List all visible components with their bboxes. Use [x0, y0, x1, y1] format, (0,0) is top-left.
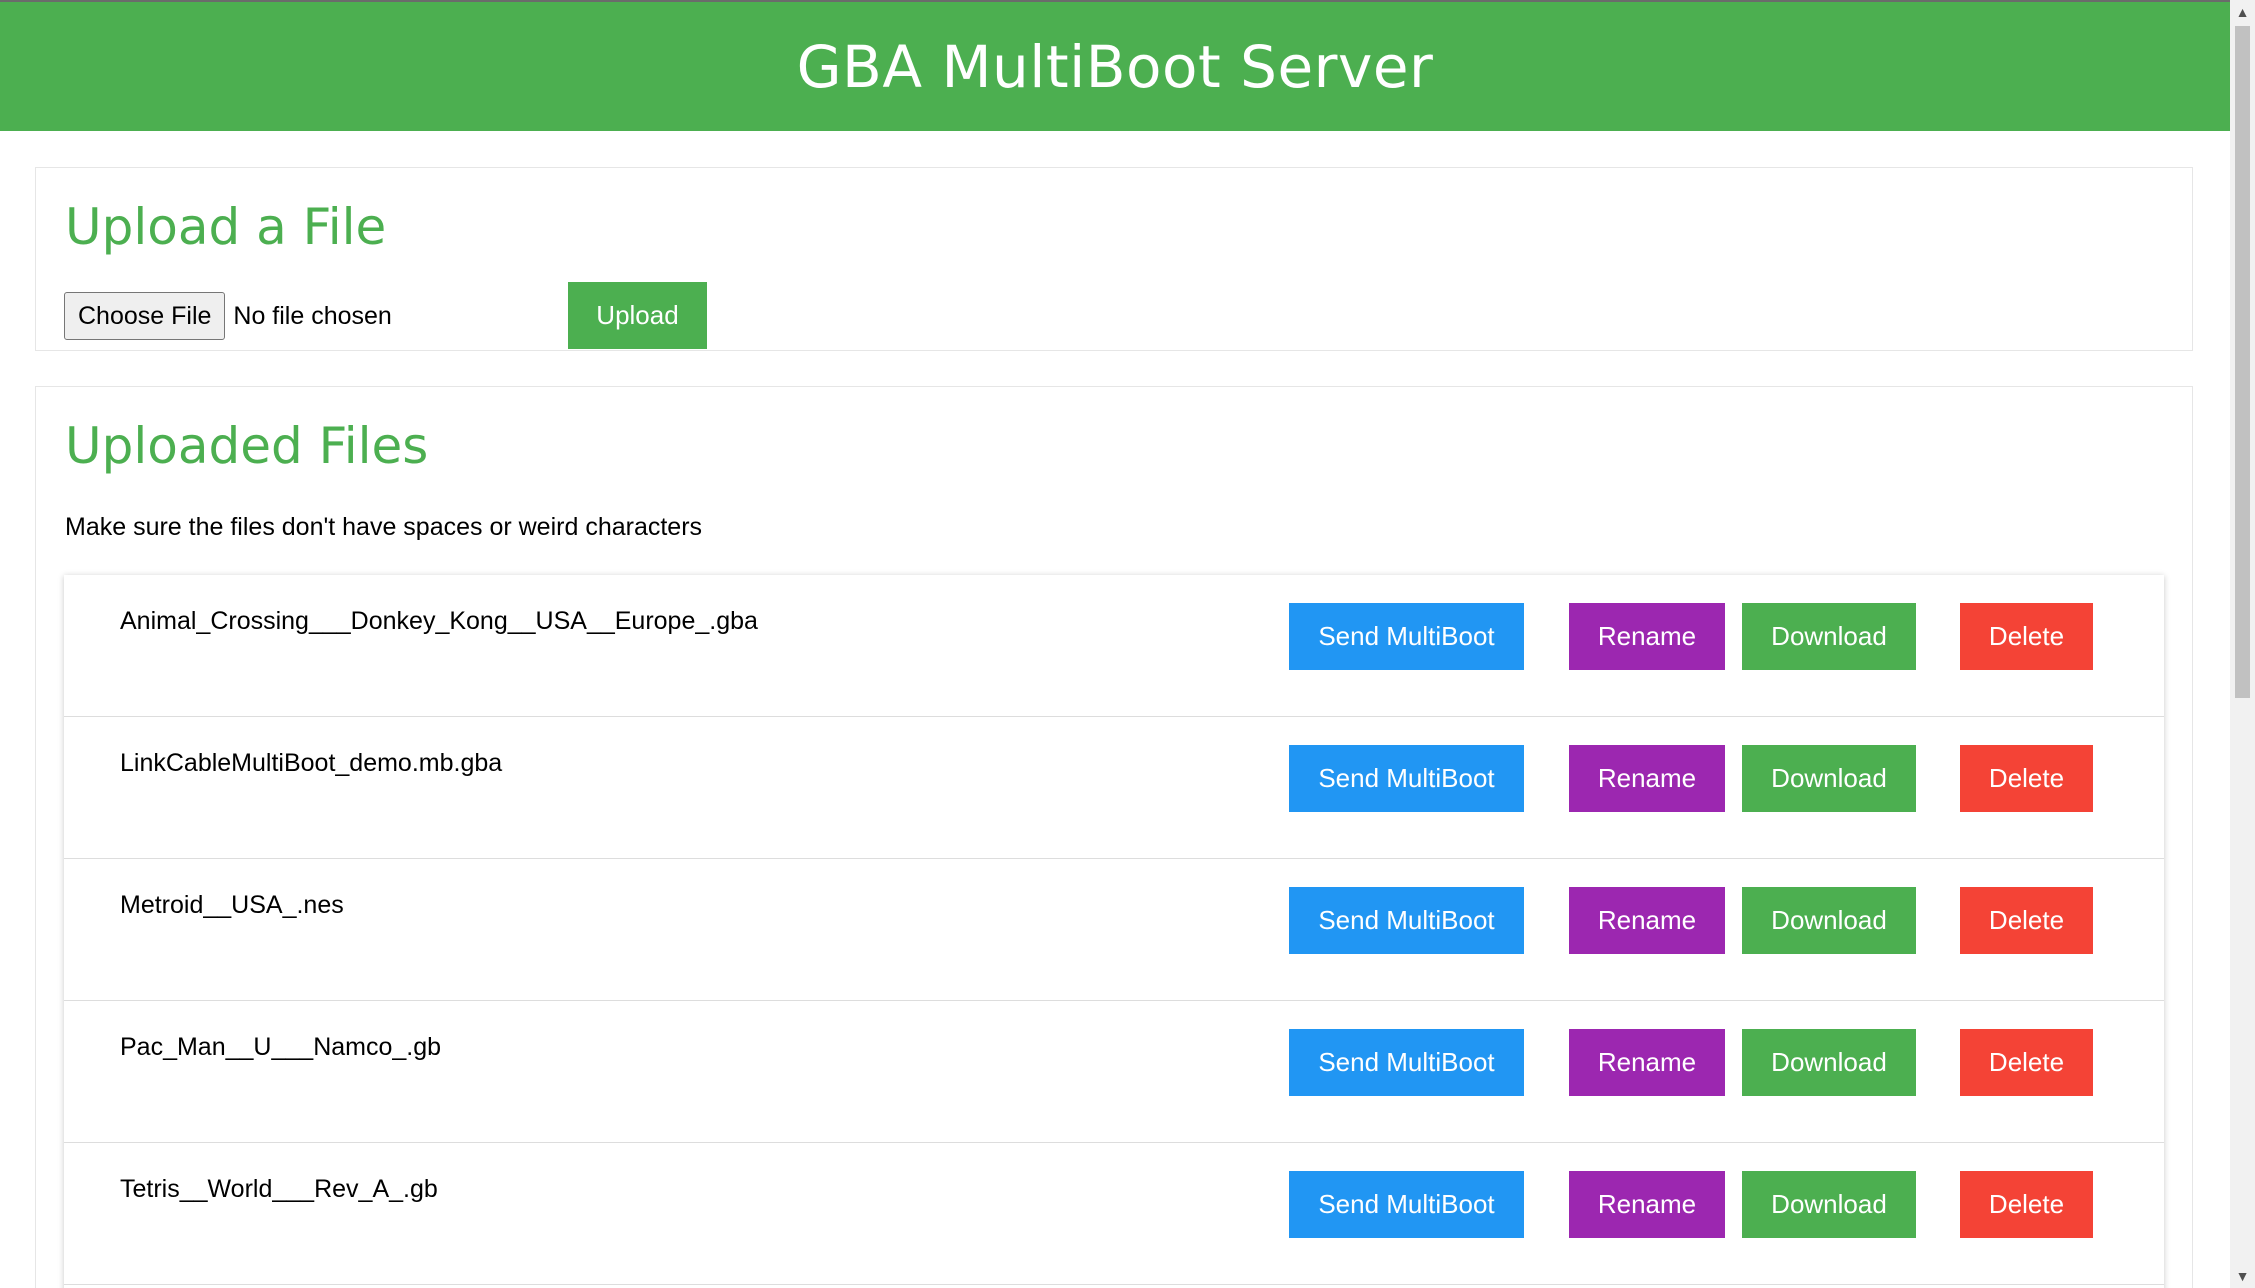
upload-button[interactable]: Upload: [568, 282, 707, 349]
rename-button[interactable]: Rename: [1569, 887, 1725, 954]
rename-button[interactable]: Rename: [1569, 1171, 1725, 1238]
download-button[interactable]: Download: [1742, 887, 1916, 954]
send-multiboot-button[interactable]: Send MultiBoot: [1289, 1171, 1524, 1238]
delete-button[interactable]: Delete: [1960, 1029, 2093, 1096]
scroll-down-icon[interactable]: ▼: [2230, 1264, 2255, 1288]
file-name: Animal_Crossing___Donkey_Kong__USA__Euro…: [120, 607, 758, 635]
vertical-scrollbar[interactable]: ▲ ▼: [2230, 0, 2255, 1288]
delete-button[interactable]: Delete: [1960, 603, 2093, 670]
download-button[interactable]: Download: [1742, 1171, 1916, 1238]
uploaded-files-title: Uploaded Files: [65, 417, 429, 475]
send-multiboot-button[interactable]: Send MultiBoot: [1289, 887, 1524, 954]
file-list: Animal_Crossing___Donkey_Kong__USA__Euro…: [64, 575, 2164, 1288]
file-picker[interactable]: Choose File No file chosen: [64, 292, 392, 340]
rename-button[interactable]: Rename: [1569, 603, 1725, 670]
page-title: GBA MultiBoot Server: [796, 32, 1434, 101]
scroll-thumb[interactable]: [2235, 26, 2250, 698]
delete-button[interactable]: Delete: [1960, 887, 2093, 954]
page-viewport: GBA MultiBoot Server Upload a File Choos…: [0, 0, 2230, 1288]
file-name: Tetris__World___Rev_A_.gb: [120, 1175, 438, 1203]
file-row: Pac_Man__U___Namco_.gb Send MultiBoot Re…: [64, 1001, 2164, 1143]
send-multiboot-button[interactable]: Send MultiBoot: [1289, 745, 1524, 812]
file-name: Pac_Man__U___Namco_.gb: [120, 1033, 442, 1061]
file-row: Animal_Crossing___Donkey_Kong__USA__Euro…: [64, 575, 2164, 717]
download-button[interactable]: Download: [1742, 745, 1916, 812]
upload-card: Upload a File Choose File No file chosen…: [35, 167, 2193, 351]
filename-notice: Make sure the files don't have spaces or…: [65, 513, 703, 541]
delete-button[interactable]: Delete: [1960, 745, 2093, 812]
no-file-chosen-text: No file chosen: [233, 301, 392, 330]
file-row: LinkCableMultiBoot_demo.mb.gba Send Mult…: [64, 717, 2164, 859]
delete-button[interactable]: Delete: [1960, 1171, 2093, 1238]
file-name: Metroid__USA_.nes: [120, 891, 344, 919]
upload-title: Upload a File: [65, 198, 387, 256]
choose-file-button[interactable]: Choose File: [64, 292, 226, 340]
scroll-up-icon[interactable]: ▲: [2230, 0, 2255, 24]
download-button[interactable]: Download: [1742, 603, 1916, 670]
rename-button[interactable]: Rename: [1569, 1029, 1725, 1096]
send-multiboot-button[interactable]: Send MultiBoot: [1289, 1029, 1524, 1096]
download-button[interactable]: Download: [1742, 1029, 1916, 1096]
file-row: Tetris__World___Rev_A_.gb Send MultiBoot…: [64, 1143, 2164, 1285]
send-multiboot-button[interactable]: Send MultiBoot: [1289, 603, 1524, 670]
file-name: LinkCableMultiBoot_demo.mb.gba: [120, 749, 503, 777]
file-row: Metroid__USA_.nes Send MultiBoot Rename …: [64, 859, 2164, 1001]
rename-button[interactable]: Rename: [1569, 745, 1725, 812]
uploaded-files-card: Uploaded Files Make sure the files don't…: [35, 386, 2193, 1288]
page-header: GBA MultiBoot Server: [0, 2, 2230, 131]
